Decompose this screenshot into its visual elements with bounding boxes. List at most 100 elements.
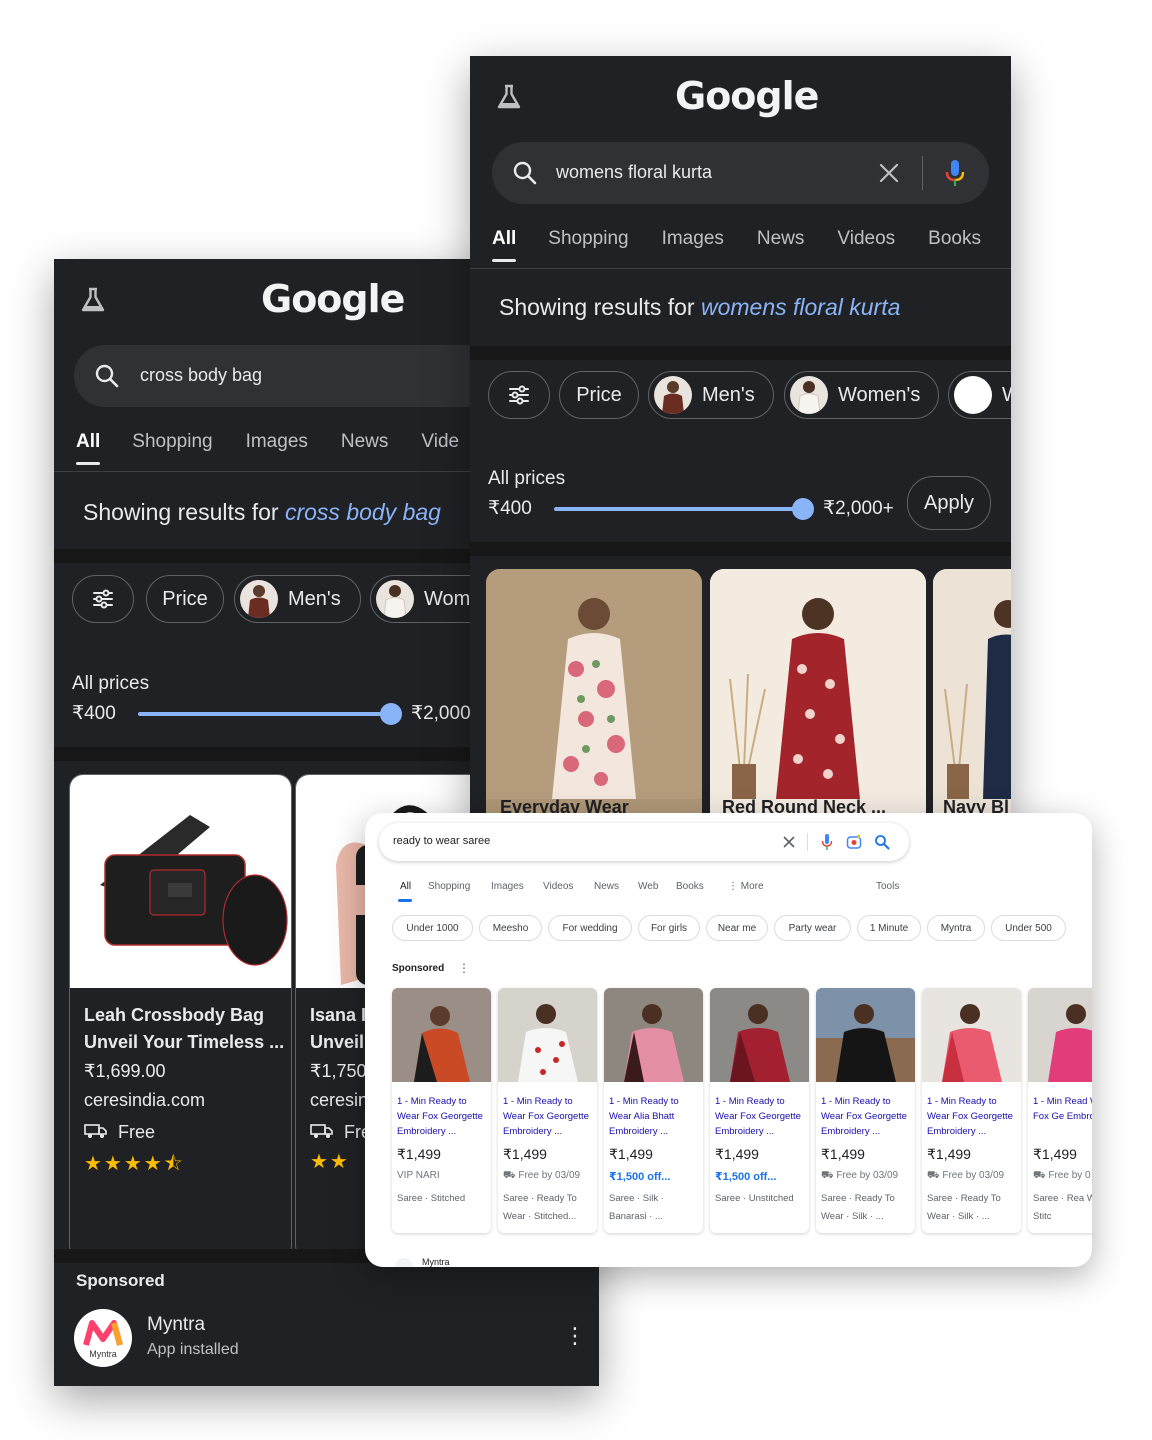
desktop-tab-more[interactable]: ⋮ More	[728, 881, 764, 892]
price-slider-thumb[interactable]	[380, 703, 402, 725]
saree-product-title[interactable]: 1 - Min Ready to Wear Fox Georgette Embr…	[821, 1094, 913, 1139]
product-card[interactable]: Everyday Wear	[486, 569, 702, 826]
desktop-tools-button[interactable]: Tools	[876, 881, 899, 892]
showing-prefix: Showing results for	[83, 499, 279, 525]
clear-search-icon[interactable]	[783, 836, 795, 848]
saree-product-tags: Saree · Rea Wear · Stitc	[1033, 1193, 1092, 1222]
filter-chip-under-500[interactable]: Under 500	[991, 915, 1066, 941]
tab-all[interactable]: All	[76, 431, 101, 465]
desktop-tab-shopping[interactable]: Shopping	[428, 881, 470, 892]
sponsored-info-icon[interactable]: ⋮	[458, 961, 470, 975]
saree-product-image	[392, 988, 491, 1082]
womens-chip-label: Wom	[424, 587, 471, 610]
desktop-tab-all[interactable]: All	[400, 881, 411, 892]
apply-button[interactable]: Apply	[907, 476, 991, 530]
search-input[interactable]: cross body bag	[140, 365, 262, 386]
more-filter-chip[interactable]: W	[948, 371, 1011, 419]
desktop-tab-books[interactable]: Books	[676, 881, 704, 892]
saree-product-title[interactable]: 1 - Min Ready to Wear Fox Georgette Embr…	[397, 1094, 489, 1139]
desktop-search-bar[interactable]: ready to wear saree	[379, 823, 909, 861]
desktop-tab-images[interactable]: Images	[491, 881, 524, 892]
filter-chip-meesho[interactable]: Meesho	[479, 915, 542, 941]
ad-app-status: App installed	[147, 1341, 239, 1358]
filter-chip-under-1000[interactable]: Under 1000	[392, 915, 473, 941]
filter-chip-myntra[interactable]: Myntra	[927, 915, 985, 941]
womens-chip-label: Women's	[838, 383, 921, 406]
desktop-tab-news[interactable]: News	[594, 881, 619, 892]
mens-chip-label: Men's	[288, 587, 341, 610]
tab-shopping[interactable]: Shopping	[548, 228, 628, 250]
filter-settings-chip[interactable]	[72, 575, 134, 623]
more-chip-label: W	[1002, 384, 1011, 407]
saree-product-title[interactable]: 1 - Min Ready to Wear Fox Georgette Embr…	[715, 1094, 807, 1139]
filter-chip-for-wedding[interactable]: For wedding	[548, 915, 632, 941]
mens-chip[interactable]: Men's	[234, 575, 361, 623]
saree-product-card[interactable]: 1 - Min Ready to Wear Fox Georgette Embr…	[392, 988, 491, 1233]
tab-news[interactable]: News	[341, 431, 389, 453]
filter-chip-near-me[interactable]: Near me	[706, 915, 768, 941]
tab-news[interactable]: News	[757, 228, 805, 250]
saree-product-title[interactable]: 1 - Min Ready to Wear Alia Bhatt Embroid…	[609, 1094, 701, 1139]
search-bar[interactable]: womens floral kurta	[492, 142, 989, 204]
price-chip[interactable]: Price	[559, 371, 639, 419]
desktop-tab-web[interactable]: Web	[638, 881, 658, 892]
product-price: ₹1,750.	[310, 1061, 372, 1081]
section-separator	[470, 346, 1011, 360]
showing-query-link[interactable]: womens floral kurta	[701, 294, 900, 320]
price-slider-track[interactable]	[554, 507, 804, 511]
product-title: Leah Crossbody Bag	[84, 1005, 265, 1025]
saree-product-card[interactable]: 1 - Min Ready to Wear Fox Georgette Embr…	[498, 988, 597, 1233]
more-options-icon[interactable]: ⋮	[564, 1323, 586, 1349]
saree-product-card[interactable]: 1 - Min Ready to Wear Fox Georgette Embr…	[816, 988, 915, 1233]
price-slider-track[interactable]	[138, 712, 388, 716]
tab-videos[interactable]: Vide	[421, 431, 459, 453]
voice-search-mic-icon[interactable]	[821, 833, 833, 851]
mens-avatar	[654, 376, 692, 414]
labs-flask-icon[interactable]	[494, 82, 524, 112]
showing-query-link[interactable]: cross body bag	[285, 499, 441, 525]
filter-chip-for-girls[interactable]: For girls	[638, 915, 700, 941]
clear-search-icon[interactable]	[878, 162, 900, 184]
filter-chip-party-wear[interactable]: Party wear	[774, 915, 851, 941]
filter-settings-chip[interactable]	[488, 371, 550, 419]
mens-chip[interactable]: Men's	[648, 371, 774, 419]
saree-product-card[interactable]: 1 - Min Ready to Wear Alia Bhatt Embroid…	[604, 988, 703, 1233]
desktop-search-input[interactable]: ready to wear saree	[393, 835, 490, 847]
price-chip-label: Price	[576, 383, 622, 406]
labs-flask-icon[interactable]	[78, 285, 108, 315]
tab-images[interactable]: Images	[662, 228, 724, 250]
next-result-store-icon	[395, 1258, 413, 1267]
white-avatar	[954, 376, 992, 414]
saree-product-card[interactable]: 1 - Min Read Wear Fox Ge Embroidery ₹1,4…	[1028, 988, 1092, 1233]
womens-chip[interactable]: Women's	[784, 371, 939, 419]
tab-all[interactable]: All	[492, 228, 517, 262]
product-card[interactable]: Leah Crossbody Bag Unveil Your Timeless …	[69, 774, 292, 1259]
tab-books[interactable]: Books	[928, 228, 981, 250]
product-card[interactable]: Navy Bl	[933, 569, 1011, 826]
desktop-tab-videos[interactable]: Videos	[543, 881, 573, 892]
ad-app-name[interactable]: Myntra	[147, 1314, 205, 1336]
google-logo: Google	[261, 277, 405, 321]
saree-product-card[interactable]: 1 - Min Ready to Wear Fox Georgette Embr…	[922, 988, 1021, 1233]
saree-product-title[interactable]: 1 - Min Ready to Wear Fox Georgette Embr…	[927, 1094, 1019, 1139]
sponsored-label: Sponsored	[76, 1271, 165, 1290]
tab-shopping[interactable]: Shopping	[132, 431, 212, 453]
myntra-app-logo[interactable]: Myntra	[74, 1309, 132, 1367]
price-chip[interactable]: Price	[146, 575, 224, 623]
tab-videos[interactable]: Videos	[837, 228, 895, 250]
saree-product-title[interactable]: 1 - Min Read Wear Fox Ge Embroidery	[1033, 1094, 1092, 1124]
product-card[interactable]: Red Round Neck ...	[710, 569, 926, 826]
filter-chip-1-minute[interactable]: 1 Minute	[857, 915, 921, 941]
voice-search-mic-icon[interactable]	[944, 158, 966, 188]
product-title-2: Unveil Your Timeless ...	[84, 1032, 285, 1052]
next-result-store-name[interactable]: Myntra	[422, 1257, 450, 1267]
lens-camera-icon[interactable]	[846, 834, 862, 850]
price-slider-thumb[interactable]	[792, 498, 814, 520]
search-input[interactable]: womens floral kurta	[556, 162, 712, 183]
search-tabs: All Shopping Images News Vide	[76, 431, 459, 465]
tab-images[interactable]: Images	[246, 431, 308, 453]
saree-product-tags: Saree · Stitched	[397, 1193, 466, 1204]
saree-product-title[interactable]: 1 - Min Ready to Wear Fox Georgette Embr…	[503, 1094, 595, 1139]
search-icon[interactable]	[874, 834, 890, 850]
saree-product-card[interactable]: 1 - Min Ready to Wear Fox Georgette Embr…	[710, 988, 809, 1233]
